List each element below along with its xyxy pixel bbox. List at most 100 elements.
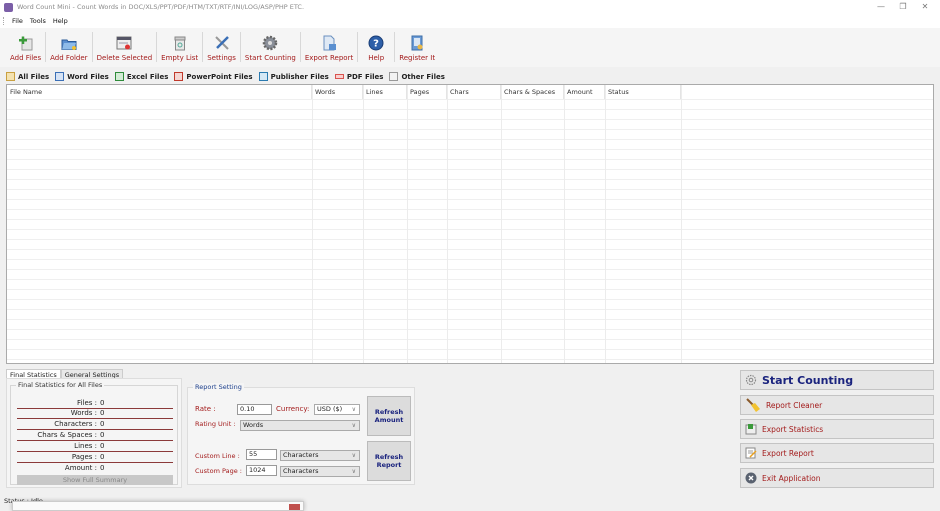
stat-pages: Pages :0: [17, 453, 173, 463]
add-folder-button[interactable]: Add Folder: [46, 28, 91, 65]
other-files-icon: [389, 72, 399, 81]
start-counting-toolbar-button[interactable]: Start Counting: [241, 28, 300, 65]
all-files-icon: [6, 72, 15, 81]
grid-column-line: [681, 85, 682, 363]
grid-row-line: [7, 199, 933, 200]
tab-pdf-files[interactable]: PDF Files: [334, 72, 384, 81]
empty-list-icon: [174, 36, 186, 51]
app-icon: [4, 2, 13, 12]
column-header-status[interactable]: Status: [605, 85, 681, 99]
stat-value: 0: [100, 431, 105, 439]
toolbar: Add Files Add Folder Delete Selected Emp…: [0, 28, 940, 67]
help-icon: ?: [368, 35, 384, 51]
custom-line-label: Custom Line :: [195, 452, 240, 460]
export-statistics-button[interactable]: Export Statistics: [740, 419, 934, 439]
tab-publisher-files[interactable]: Publisher Files: [258, 72, 329, 81]
title-bar: Word Count Mini - Count Words in DOC/XLS…: [0, 0, 940, 14]
column-header-file-name[interactable]: File Name: [7, 85, 312, 99]
custom-page-input[interactable]: 1024: [246, 465, 277, 476]
add-folder-icon: [61, 39, 77, 50]
register-button[interactable]: Register It: [395, 28, 439, 65]
stat-value: 0: [100, 453, 105, 461]
maximize-button[interactable]: ❐: [892, 0, 914, 14]
stat-lines: Lines :0: [17, 442, 173, 452]
report-setting-legend: Report Setting: [193, 383, 244, 391]
custom-line-input[interactable]: 55: [246, 449, 277, 460]
grid-row-line: [7, 179, 933, 180]
menu-grip: [3, 17, 5, 25]
settings-icon: [214, 36, 229, 50]
tab-word-files[interactable]: Word Files: [55, 72, 109, 81]
report-cleaner-button[interactable]: Report Cleaner: [740, 395, 934, 415]
empty-list-button[interactable]: Empty List: [157, 28, 202, 65]
column-header-amount[interactable]: Amount: [564, 85, 605, 99]
tab-powerpoint-files[interactable]: PowerPoint Files: [174, 72, 253, 81]
settings-button[interactable]: Settings: [203, 28, 240, 65]
tab-label: Publisher Files: [270, 72, 329, 81]
start-counting-button[interactable]: Start Counting: [740, 370, 934, 390]
rating-unit-label: Rating Unit :: [195, 420, 236, 428]
export-report-toolbar-button[interactable]: Export Report: [301, 28, 357, 65]
broom-icon: [746, 398, 760, 412]
refresh-report-button[interactable]: Refresh Report: [367, 441, 411, 481]
menu-file[interactable]: File: [12, 17, 23, 25]
tab-label: Word Files: [67, 72, 109, 81]
stat-value: 0: [100, 464, 105, 472]
stat-files: Files :0: [17, 399, 173, 409]
add-files-button[interactable]: Add Files: [6, 28, 45, 65]
svg-text:?: ?: [373, 39, 379, 50]
rate-label: Rate :: [195, 405, 216, 413]
grid-row-line: [7, 119, 933, 120]
currency-label: Currency:: [276, 405, 310, 413]
column-header-lines[interactable]: Lines: [363, 85, 407, 99]
file-list-grid[interactable]: File Name Words Lines Pages Chars Chars …: [6, 84, 934, 364]
tab-label: PDF Files: [346, 72, 384, 81]
currency-value: USD ($): [317, 405, 343, 413]
delete-selected-icon: [116, 36, 132, 50]
grid-row-line: [7, 289, 933, 290]
column-header-chars-spaces[interactable]: Chars & Spaces: [501, 85, 564, 99]
exit-application-button[interactable]: Exit Application: [740, 468, 934, 488]
rate-input[interactable]: 0.10: [237, 404, 272, 415]
help-button[interactable]: ? Help: [358, 28, 394, 65]
custom-line-unit-select[interactable]: Characters ∨: [280, 450, 360, 461]
column-header-chars[interactable]: Chars: [447, 85, 501, 99]
custom-page-unit-select[interactable]: Characters ∨: [280, 466, 360, 477]
refresh-amount-button[interactable]: Refresh Amount: [367, 396, 411, 436]
menu-tools[interactable]: Tools: [30, 17, 46, 25]
overlapping-window[interactable]: [12, 501, 304, 511]
exit-application-label: Exit Application: [762, 473, 821, 483]
stat-value: 0: [100, 420, 105, 428]
export-statistics-label: Export Statistics: [762, 424, 824, 434]
overlay-close-button[interactable]: [289, 504, 300, 510]
grid-column-line: [605, 85, 606, 363]
tab-label: All Files: [18, 72, 50, 81]
minimize-button[interactable]: —: [870, 0, 892, 14]
close-button[interactable]: ✕: [914, 0, 936, 14]
currency-select[interactable]: USD ($) ∨: [314, 404, 360, 415]
grid-row-line: [7, 189, 933, 190]
grid-column-line: [564, 85, 565, 363]
delete-selected-label: Delete Selected: [96, 54, 153, 62]
grid-row-line: [7, 269, 933, 270]
menu-help[interactable]: Help: [53, 17, 68, 25]
column-header-pages[interactable]: Pages: [407, 85, 447, 99]
grid-column-line: [501, 85, 502, 363]
rating-unit-value: Words: [243, 421, 264, 429]
column-header-words[interactable]: Words: [312, 85, 363, 99]
start-counting-label: Start Counting: [244, 54, 296, 62]
grid-header: File Name Words Lines Pages Chars Chars …: [7, 85, 933, 99]
show-full-summary-button[interactable]: Show Full Summary: [17, 475, 173, 485]
final-statistics-panel: Final Statistics for All Files Files :0 …: [6, 378, 182, 488]
gear-icon: [745, 374, 757, 386]
tab-other-files[interactable]: Other Files: [389, 72, 445, 81]
delete-selected-button[interactable]: Delete Selected: [93, 28, 157, 65]
start-counting-label: Start Counting: [762, 373, 854, 387]
export-report-button[interactable]: Export Report: [740, 443, 934, 463]
tab-excel-files[interactable]: Excel Files: [114, 72, 168, 81]
stat-key: Lines :: [74, 442, 97, 450]
rating-unit-select[interactable]: Words ∨: [240, 420, 360, 431]
tab-all-files[interactable]: All Files: [6, 72, 49, 81]
chevron-down-icon: ∨: [351, 422, 356, 429]
register-icon: [411, 35, 423, 51]
